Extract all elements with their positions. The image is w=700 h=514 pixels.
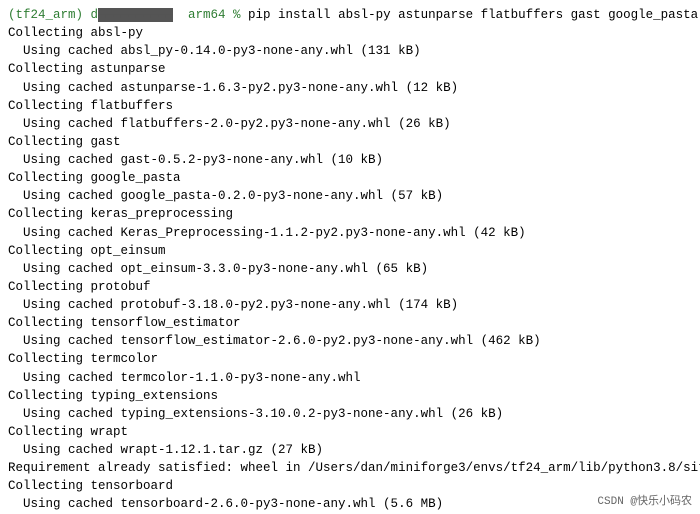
- terminal-line: Using cached termcolor-1.1.0-py3-none-an…: [8, 369, 692, 387]
- terminal-window: (tf24_arm) d▬▬▬▬▬▬▬▬▬▬ arm64 % pip insta…: [0, 0, 700, 514]
- terminal-line: Using cached typing_extensions-3.10.0.2-…: [8, 405, 692, 423]
- terminal-line: Using cached Keras_Preprocessing-1.1.2-p…: [8, 224, 692, 242]
- terminal-line: Collecting opt_einsum: [8, 242, 692, 260]
- terminal-line: Collecting wrapt: [8, 423, 692, 441]
- terminal-line: Using cached wrapt-1.12.1.tar.gz (27 kB): [8, 441, 692, 459]
- terminal-line: (tf24_arm) d▬▬▬▬▬▬▬▬▬▬ arm64 % pip insta…: [8, 6, 692, 24]
- terminal-line: Collecting astunparse: [8, 60, 692, 78]
- terminal-line: Collecting absl-py: [8, 24, 692, 42]
- terminal-line: Collecting termcolor: [8, 350, 692, 368]
- terminal-line: Using cached tensorflow_estimator-2.6.0-…: [8, 332, 692, 350]
- terminal-line: Collecting typing_extensions: [8, 387, 692, 405]
- terminal-line: Using cached astunparse-1.6.3-py2.py3-no…: [8, 79, 692, 97]
- terminal-line: Using cached tensorboard-2.6.0-py3-none-…: [8, 495, 692, 513]
- terminal-line: Collecting google_pasta: [8, 169, 692, 187]
- terminal-line: Using cached gast-0.5.2-py3-none-any.whl…: [8, 151, 692, 169]
- terminal-line: Collecting gast: [8, 133, 692, 151]
- terminal-line: Using cached google_pasta-0.2.0-py3-none…: [8, 187, 692, 205]
- terminal-line: Collecting flatbuffers: [8, 97, 692, 115]
- terminal-line: Using cached flatbuffers-2.0-py2.py3-non…: [8, 115, 692, 133]
- watermark: CSDN @快乐小码农: [597, 492, 692, 508]
- terminal-line: Using cached protobuf-3.18.0-py2.py3-non…: [8, 296, 692, 314]
- terminal-line: Collecting tensorflow_estimator: [8, 314, 692, 332]
- terminal-line: Collecting keras_preprocessing: [8, 205, 692, 223]
- terminal-line: Requirement already satisfied: wheel in …: [8, 459, 692, 477]
- terminal-line: Using cached absl_py-0.14.0-py3-none-any…: [8, 42, 692, 60]
- terminal-line: Collecting tensorboard: [8, 477, 692, 495]
- terminal-line: Collecting protobuf: [8, 278, 692, 296]
- terminal-line: Using cached opt_einsum-3.3.0-py3-none-a…: [8, 260, 692, 278]
